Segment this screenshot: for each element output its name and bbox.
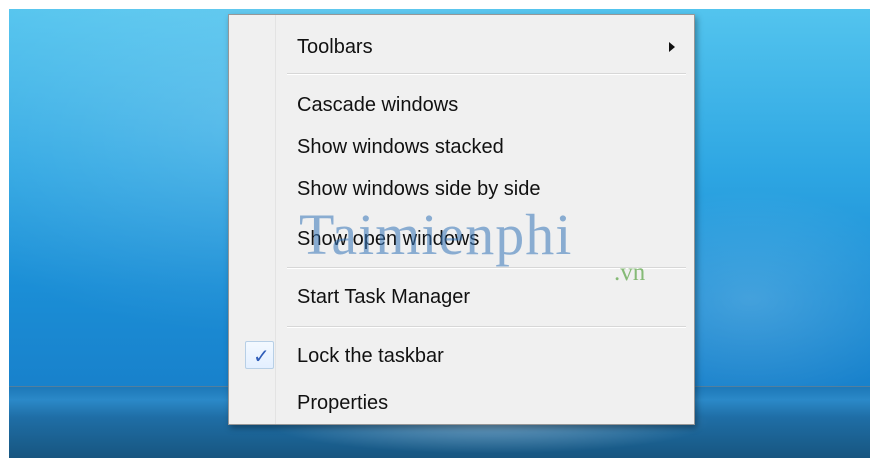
menu-item-label: Cascade windows	[297, 94, 459, 116]
taskbar-context-menu: Toolbars Cascade windows Show windows st…	[228, 14, 695, 425]
menu-separator	[287, 267, 686, 269]
menu-item-start-task-manager[interactable]: Start Task Manager	[229, 281, 694, 315]
menu-separator	[287, 73, 686, 75]
menu-item-label: Show windows stacked	[297, 136, 504, 158]
menu-item-label: Show windows side by side	[297, 178, 541, 200]
menu-item-label: Toolbars	[297, 36, 373, 58]
menu-separator	[287, 326, 686, 328]
menu-item-label: Start Task Manager	[297, 286, 471, 308]
menu-item-show-windows-side-by-side[interactable]: Show windows side by side	[229, 173, 694, 207]
menu-item-toolbars[interactable]: Toolbars	[229, 31, 694, 65]
menu-item-label: Lock the taskbar	[297, 345, 444, 367]
menu-item-show-windows-stacked[interactable]: Show windows stacked	[229, 131, 694, 165]
menu-item-label: Properties	[297, 392, 389, 414]
checkmark-icon: ✓	[253, 346, 270, 368]
chevron-right-icon	[669, 42, 675, 52]
menu-item-label: Show open windows	[297, 228, 480, 250]
menu-item-show-open-windows[interactable]: Show open windows	[229, 223, 694, 257]
menu-item-lock-the-taskbar[interactable]: ✓ Lock the taskbar	[229, 340, 694, 374]
menu-item-cascade-windows[interactable]: Cascade windows	[229, 89, 694, 123]
menu-item-properties[interactable]: Properties	[229, 387, 694, 421]
checkmark-box: ✓	[245, 341, 274, 369]
